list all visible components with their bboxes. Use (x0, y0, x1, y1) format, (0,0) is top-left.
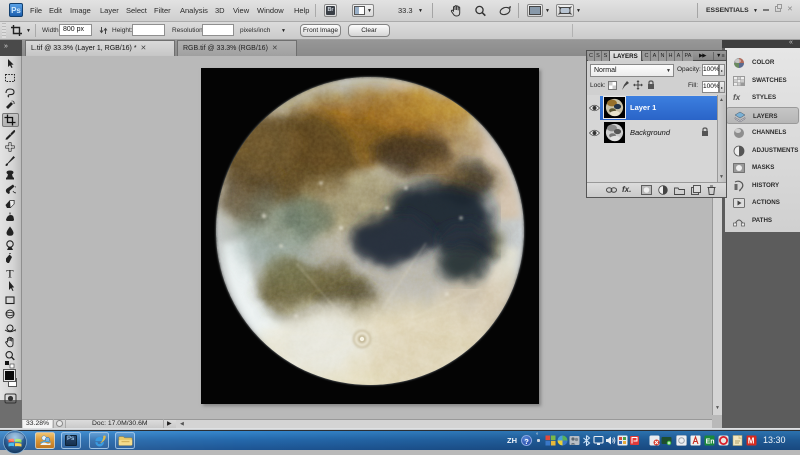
svg-text:En: En (706, 438, 715, 445)
svg-text:T: T (6, 267, 14, 279)
svg-text:M: M (748, 437, 755, 446)
